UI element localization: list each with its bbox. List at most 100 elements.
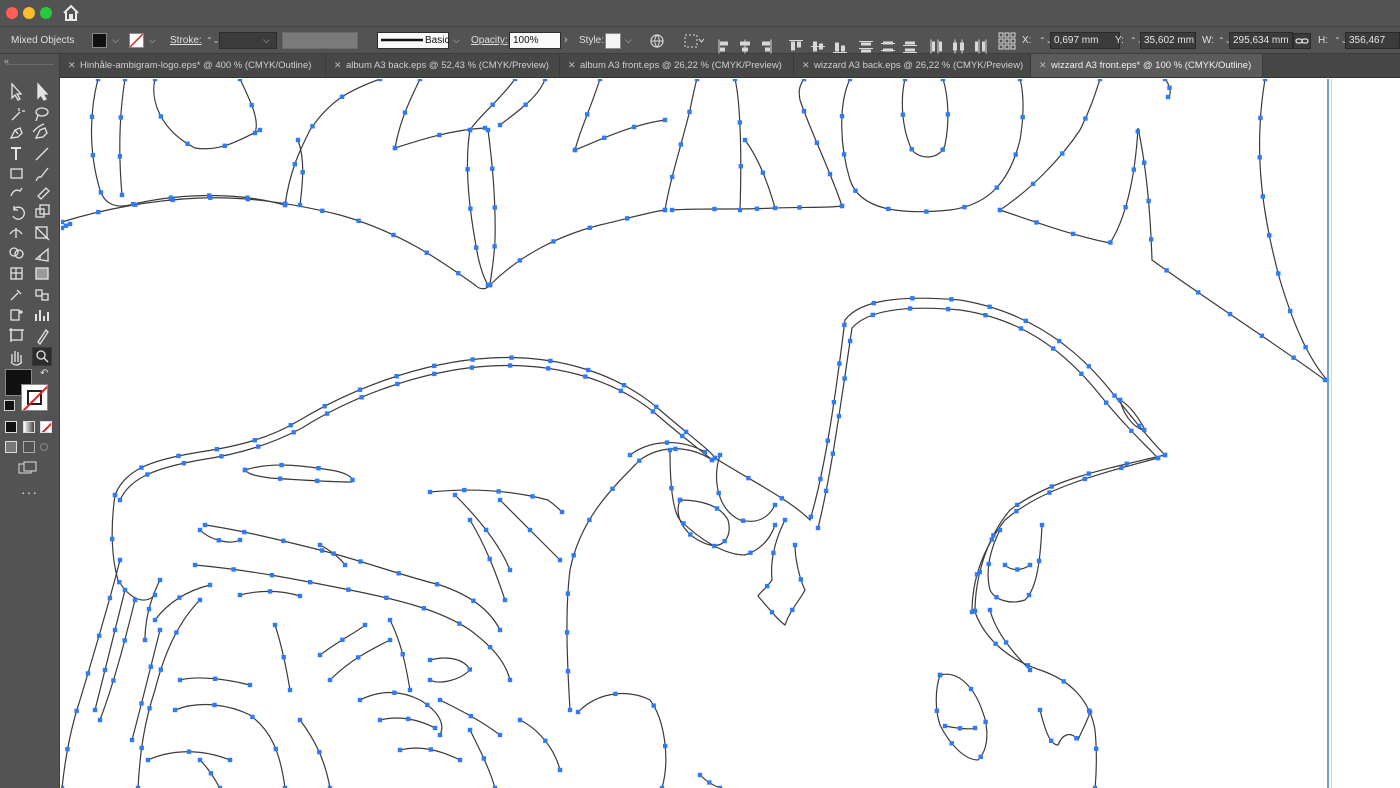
anchor-point[interactable]: [678, 142, 684, 147]
opacity-input[interactable]: 100%: [509, 32, 561, 49]
anchor-point[interactable]: [170, 197, 175, 203]
anchor-point[interactable]: [1003, 640, 1009, 645]
anchor-point[interactable]: [839, 114, 845, 119]
anchor-point[interactable]: [98, 190, 104, 195]
anchor-point[interactable]: [1086, 471, 1091, 476]
anchor-point[interactable]: [779, 496, 784, 501]
anchor-point[interactable]: [152, 617, 158, 623]
anchor-point[interactable]: [814, 140, 820, 145]
anchor-point[interactable]: [467, 517, 473, 523]
anchor-point[interactable]: [214, 447, 220, 452]
anchor-point[interactable]: [801, 79, 807, 82]
anchor-point[interactable]: [483, 527, 489, 533]
anchor-point[interactable]: [181, 461, 186, 466]
anchor-point[interactable]: [490, 166, 495, 171]
anchor-point[interactable]: [462, 487, 467, 493]
anchor-point[interactable]: [97, 717, 103, 723]
anchor-point[interactable]: [1124, 461, 1129, 466]
anchor-point[interactable]: [197, 757, 203, 763]
anchor-point[interactable]: [1026, 592, 1032, 598]
anchor-point[interactable]: [185, 141, 190, 146]
anchor-point[interactable]: [396, 571, 401, 576]
anchor-point[interactable]: [940, 147, 945, 152]
recolor-artwork-icon[interactable]: [650, 34, 664, 48]
anchor-point[interactable]: [797, 205, 802, 210]
anchor-point[interactable]: [117, 497, 123, 503]
anchor-point[interactable]: [772, 205, 778, 211]
anchor-point[interactable]: [1015, 502, 1020, 508]
anchor-point[interactable]: [572, 147, 578, 153]
anchor-point[interactable]: [790, 607, 795, 613]
anchor-point[interactable]: [339, 94, 345, 99]
stroke-swatch[interactable]: [129, 33, 144, 48]
anchor-point[interactable]: [618, 388, 623, 394]
anchor-point[interactable]: [1196, 290, 1201, 295]
anchor-point[interactable]: [1142, 160, 1147, 165]
anchor-point[interactable]: [469, 365, 475, 370]
anchor-point[interactable]: [465, 167, 470, 172]
brush-definition-field[interactable]: Basic: [377, 32, 449, 49]
anchor-point[interactable]: [496, 489, 501, 494]
anchor-point[interactable]: [997, 207, 1003, 213]
anchor-point[interactable]: [237, 537, 243, 543]
anchor-point[interactable]: [427, 489, 433, 495]
anchor-point[interactable]: [1162, 79, 1168, 82]
anchor-point[interactable]: [1082, 476, 1088, 482]
anchor-point[interactable]: [940, 79, 946, 82]
anchor-point[interactable]: [197, 597, 203, 603]
anchor-point[interactable]: [267, 589, 273, 594]
anchor-point[interactable]: [110, 536, 115, 542]
anchor-point[interactable]: [122, 638, 127, 643]
y-input[interactable]: 35,602 mm: [1140, 32, 1196, 49]
anchor-point[interactable]: [983, 719, 988, 725]
anchor-point[interactable]: [712, 206, 717, 212]
anchor-point[interactable]: [212, 702, 217, 708]
anchor-point[interactable]: [870, 312, 875, 318]
anchor-point[interactable]: [297, 593, 303, 599]
anchor-point[interactable]: [292, 162, 297, 167]
anchor-point[interactable]: [481, 756, 486, 761]
anchor-point[interactable]: [722, 538, 727, 544]
anchor-point[interactable]: [1094, 746, 1099, 751]
anchor-point[interactable]: [425, 702, 430, 708]
anchor-point[interactable]: [507, 363, 513, 368]
anchor-point[interactable]: [1079, 371, 1084, 376]
anchor-point[interactable]: [650, 409, 656, 414]
anchor-point[interactable]: [208, 195, 213, 200]
anchor-point[interactable]: [1083, 116, 1088, 121]
anchor-point[interactable]: [1288, 308, 1293, 314]
anchor-point[interactable]: [610, 486, 615, 491]
anchor-point[interactable]: [968, 686, 974, 692]
anchor-point[interactable]: [85, 671, 91, 676]
anchor-point[interactable]: [974, 572, 980, 577]
anchor-point[interactable]: [575, 709, 581, 715]
anchor-point[interactable]: [317, 652, 323, 658]
anchor-point[interactable]: [621, 383, 627, 388]
anchor-point[interactable]: [139, 745, 144, 751]
anchor-point[interactable]: [67, 221, 73, 227]
anchor-point[interactable]: [432, 371, 437, 377]
anchor-point[interactable]: [90, 152, 96, 158]
anchor-point[interactable]: [677, 497, 683, 503]
anchor-point[interactable]: [839, 203, 845, 209]
anchor-point[interactable]: [717, 452, 723, 458]
anchor-point[interactable]: [687, 109, 692, 115]
anchor-point[interactable]: [273, 746, 278, 752]
anchor-point[interactable]: [667, 447, 673, 453]
anchor-point[interactable]: [417, 79, 423, 82]
anchor-point[interactable]: [746, 475, 751, 481]
variable-width-profile[interactable]: [282, 32, 358, 49]
anchor-point[interactable]: [281, 538, 286, 544]
anchor-point[interactable]: [485, 127, 491, 133]
close-tab-icon[interactable]: ✕: [1039, 54, 1051, 77]
anchor-point[interactable]: [387, 637, 393, 643]
anchor-point[interactable]: [969, 609, 975, 615]
anchor-point[interactable]: [694, 79, 700, 82]
anchor-point[interactable]: [391, 232, 396, 238]
anchor-point[interactable]: [176, 453, 181, 459]
anchor-point[interactable]: [565, 669, 571, 674]
anchor-point[interactable]: [1142, 427, 1147, 433]
anchor-point[interactable]: [1123, 205, 1128, 210]
edit-toolbar-more-icon[interactable]: ···: [21, 484, 38, 500]
tab-album-a3-front[interactable]: ✕ album A3 front.eps @ 26,22 % (CMYK/Prev…: [560, 54, 794, 77]
